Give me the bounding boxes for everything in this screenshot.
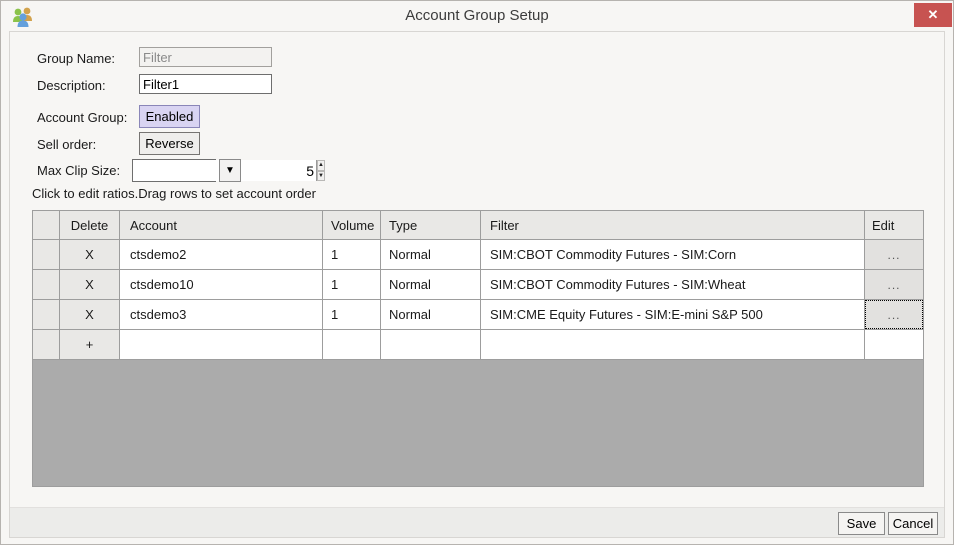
dialog-body: Group Name: Description: Account Group: … bbox=[9, 31, 945, 538]
column-header-account: Account bbox=[120, 211, 323, 239]
edit-filter-button[interactable]: ... bbox=[865, 270, 923, 299]
close-icon: ✕ bbox=[928, 7, 939, 22]
filter-cell[interactable]: SIM:CBOT Commodity Futures - SIM:Corn bbox=[481, 240, 865, 269]
spin-up-button[interactable]: ▲ bbox=[317, 160, 325, 171]
chevron-down-icon: ▼ bbox=[225, 165, 235, 176]
column-header-delete: Delete bbox=[60, 211, 120, 239]
edit-cell[interactable] bbox=[865, 330, 923, 359]
add-row-cell[interactable]: + bbox=[60, 330, 120, 359]
description-label: Description: bbox=[37, 78, 106, 93]
window-title: Account Group Setup bbox=[1, 7, 953, 24]
type-cell[interactable] bbox=[381, 330, 481, 359]
group-name-label: Group Name: bbox=[37, 51, 115, 66]
save-button[interactable]: Save bbox=[838, 512, 885, 535]
account-cell[interactable]: ctsdemo10 bbox=[120, 270, 323, 299]
account-cell[interactable]: ctsdemo2 bbox=[120, 240, 323, 269]
row-selector[interactable] bbox=[33, 270, 60, 299]
account-group-enabled-button[interactable]: Enabled bbox=[139, 105, 200, 128]
column-header-filter: Filter bbox=[481, 211, 865, 239]
row-selector[interactable] bbox=[33, 330, 60, 359]
delete-cell[interactable]: X bbox=[60, 240, 120, 269]
table-row[interactable]: X ctsdemo10 1 Normal SIM:CBOT Commodity … bbox=[33, 270, 923, 300]
new-row[interactable]: + bbox=[33, 330, 923, 360]
column-header-type: Type bbox=[381, 211, 481, 239]
sell-order-reverse-button[interactable]: Reverse bbox=[139, 132, 200, 155]
account-cell[interactable] bbox=[120, 330, 323, 359]
max-clip-size-label: Max Clip Size: bbox=[37, 163, 120, 178]
max-clip-size-spinner: ▲ ▼ bbox=[132, 159, 216, 182]
table-row[interactable]: X ctsdemo2 1 Normal SIM:CBOT Commodity F… bbox=[33, 240, 923, 270]
cancel-button[interactable]: Cancel bbox=[888, 512, 938, 535]
grid-hint-text: Click to edit ratios.Drag rows to set ac… bbox=[32, 186, 316, 201]
table-row[interactable]: X ctsdemo3 1 Normal SIM:CME Equity Futur… bbox=[33, 300, 923, 330]
filter-cell[interactable]: SIM:CBOT Commodity Futures - SIM:Wheat bbox=[481, 270, 865, 299]
spin-buttons: ▲ ▼ bbox=[316, 160, 325, 181]
column-header-volume: Volume bbox=[323, 211, 381, 239]
accounts-grid: Delete Account Volume Type Filter Edit X… bbox=[32, 210, 924, 487]
volume-cell[interactable] bbox=[323, 330, 381, 359]
column-header-edit: Edit bbox=[865, 211, 923, 239]
grid-header-row: Delete Account Volume Type Filter Edit bbox=[33, 211, 923, 240]
volume-cell[interactable]: 1 bbox=[323, 240, 381, 269]
edit-filter-button[interactable]: ... bbox=[865, 300, 923, 329]
delete-cell[interactable]: X bbox=[60, 270, 120, 299]
sell-order-label: Sell order: bbox=[37, 137, 96, 152]
row-selector[interactable] bbox=[33, 240, 60, 269]
filter-cell[interactable] bbox=[481, 330, 865, 359]
spin-down-button[interactable]: ▼ bbox=[317, 171, 325, 182]
max-clip-size-dropdown-button[interactable]: ▼ bbox=[219, 159, 241, 182]
type-cell[interactable]: Normal bbox=[381, 300, 481, 329]
type-cell[interactable]: Normal bbox=[381, 240, 481, 269]
group-name-input[interactable] bbox=[139, 47, 272, 67]
filter-cell[interactable]: SIM:CME Equity Futures - SIM:E-mini S&P … bbox=[481, 300, 865, 329]
volume-cell[interactable]: 1 bbox=[323, 300, 381, 329]
type-cell[interactable]: Normal bbox=[381, 270, 481, 299]
spin-up-icon: ▲ bbox=[318, 162, 324, 168]
account-group-label: Account Group: bbox=[37, 110, 127, 125]
close-button[interactable]: ✕ bbox=[914, 3, 952, 27]
column-header-selector bbox=[33, 211, 60, 239]
volume-cell[interactable]: 1 bbox=[323, 270, 381, 299]
delete-cell[interactable]: X bbox=[60, 300, 120, 329]
spin-down-icon: ▼ bbox=[318, 173, 324, 179]
title-bar: Account Group Setup ✕ bbox=[1, 1, 953, 31]
account-cell[interactable]: ctsdemo3 bbox=[120, 300, 323, 329]
edit-filter-button[interactable]: ... bbox=[865, 240, 923, 269]
account-group-setup-dialog: Account Group Setup ✕ Group Name: Descri… bbox=[0, 0, 954, 545]
row-selector[interactable] bbox=[33, 300, 60, 329]
description-input[interactable] bbox=[139, 74, 272, 94]
dialog-footer: Save Cancel bbox=[10, 507, 944, 537]
